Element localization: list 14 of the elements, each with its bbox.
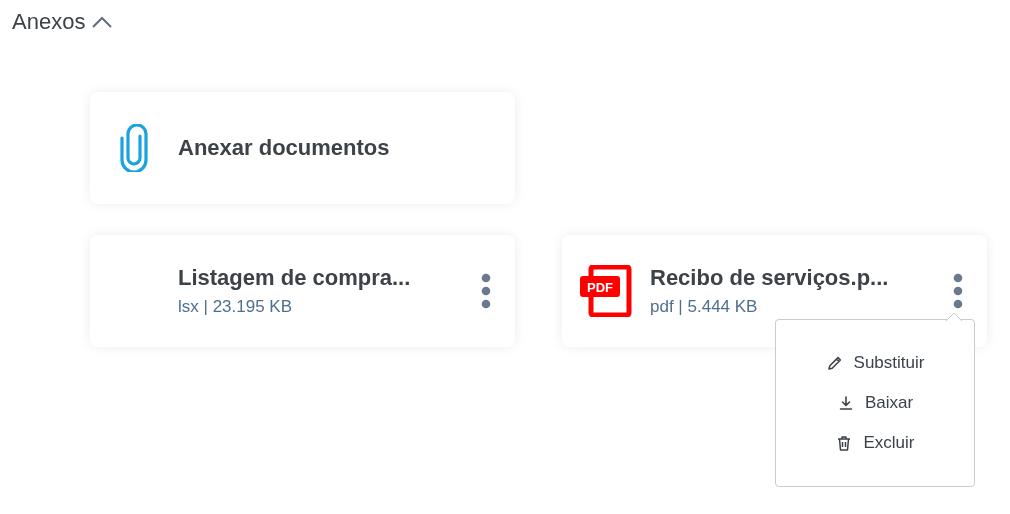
- file-meta: pdf | 5.444 KB: [650, 297, 759, 317]
- file-name: Listagem de compra...: [178, 265, 412, 291]
- chevron-icon[interactable]: [91, 15, 114, 29]
- pencil-icon: [825, 354, 844, 372]
- menu-item[interactable]: Substituir: [819, 350, 931, 376]
- menu-item[interactable]: Baixar: [830, 390, 920, 416]
- section-title: Anexos: [12, 9, 86, 35]
- file-meta: lsx | 23.195 KB: [178, 297, 294, 317]
- kebab-menu-icon: [953, 273, 963, 309]
- paperclip-icon: [120, 124, 148, 172]
- file-name: Recibo de serviços.p...: [650, 265, 890, 291]
- attach-documents-button[interactable]: Anexar documentos: [90, 92, 515, 204]
- menu-item[interactable]: Excluir: [829, 430, 921, 456]
- kebab-menu-icon: [481, 273, 491, 309]
